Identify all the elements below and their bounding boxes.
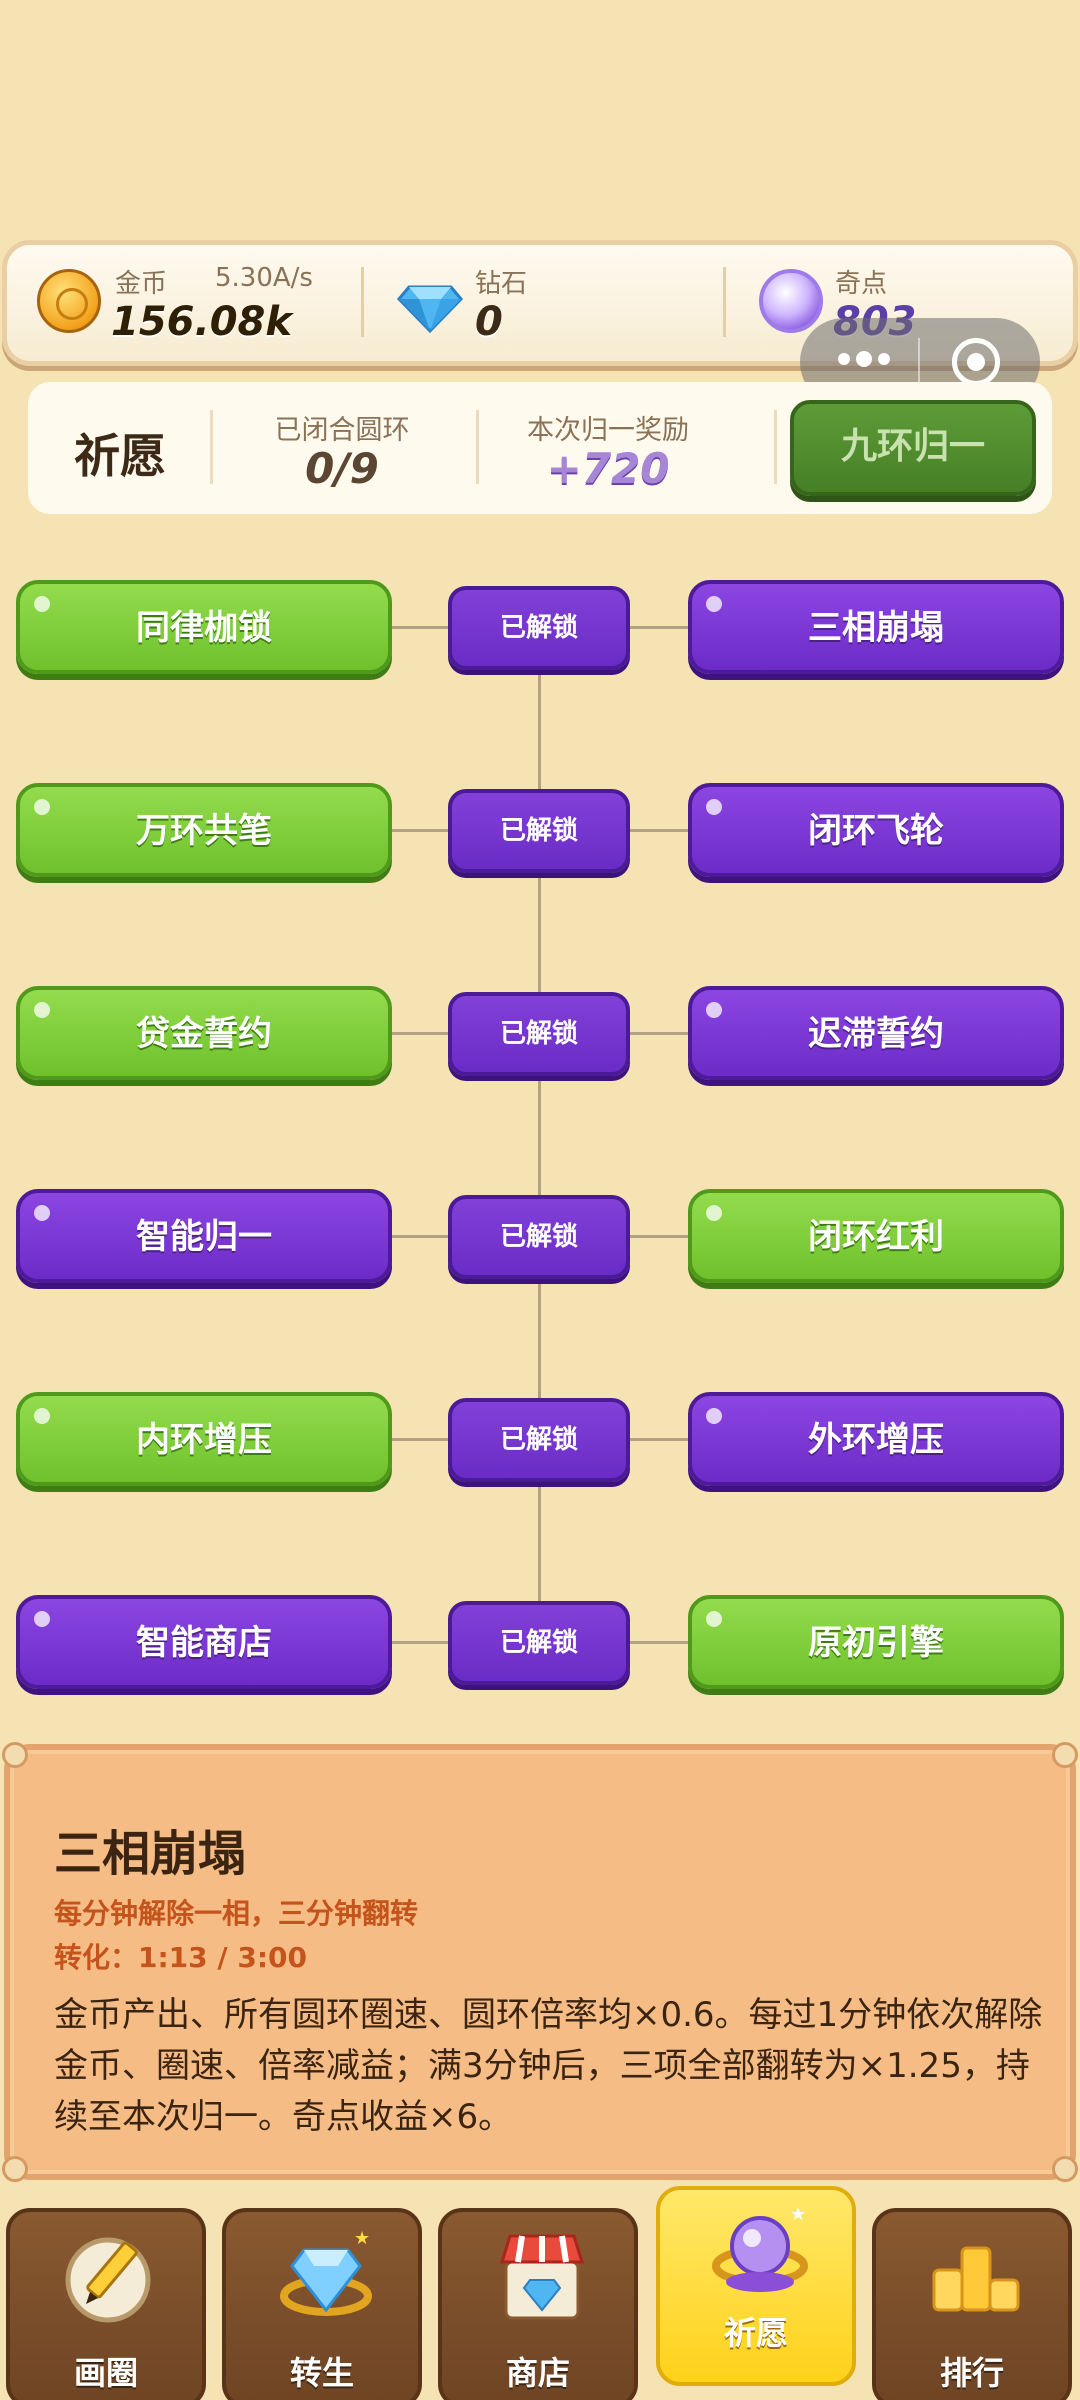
talent-node[interactable]: 万环共笔 xyxy=(16,783,392,877)
divider xyxy=(918,338,920,386)
rank-podium-icon xyxy=(932,2246,1020,2312)
close-icon[interactable] xyxy=(952,338,1000,386)
talent-node[interactable]: 原初引擎 xyxy=(688,1595,1064,1689)
diamond-icon xyxy=(397,285,463,334)
talent-node[interactable]: 同律枷锁 xyxy=(16,580,392,674)
odd-label: 奇点 xyxy=(835,269,888,299)
talent-node[interactable]: 外环增压 xyxy=(688,1392,1064,1486)
nav-tab-rebirth[interactable]: ★ 转生 xyxy=(222,2208,422,2400)
wish-panel: 祈愿 已闭合圆环 0/9 本次归一奖励 +720 九环归一 xyxy=(28,382,1052,514)
gold-value: 156.08k xyxy=(111,299,292,345)
corner-ornament xyxy=(1052,1742,1078,1768)
detail-description: 金币产出、所有圆环圈速、圆环倍率均×0.6。每过1分钟依次解除金币、圈速、倍率减… xyxy=(54,1995,1043,2137)
talent-node[interactable]: 闭环飞轮 xyxy=(688,783,1064,877)
nav-label: 商店 xyxy=(505,2354,570,2392)
talent-node[interactable]: 迟滞誓约 xyxy=(688,986,1064,1080)
nav-label: 画圈 xyxy=(73,2354,138,2392)
divider xyxy=(723,267,726,337)
unlocked-badge[interactable]: 已解锁 xyxy=(448,586,630,670)
talent-node[interactable]: 内环增压 xyxy=(16,1392,392,1486)
divider xyxy=(361,267,364,337)
detail-subtitle: 每分钟解除一相，三分钟翻转 xyxy=(54,1897,419,1930)
reward-label: 本次归一奖励 xyxy=(527,415,689,446)
nav-label: 祈愿 xyxy=(723,2314,788,2352)
talent-node[interactable]: 三相崩塌 xyxy=(688,580,1064,674)
nav-tab-draw[interactable]: 画圈 xyxy=(6,2208,206,2400)
reward-value: +720 xyxy=(546,444,670,493)
nine-rings-unify-button[interactable]: 九环归一 xyxy=(790,400,1036,496)
wish-orb-icon: ★ xyxy=(712,2204,808,2292)
unlocked-badge[interactable]: 已解锁 xyxy=(448,1195,630,1279)
wish-title: 祈愿 xyxy=(74,429,166,483)
corner-ornament xyxy=(1052,2156,1078,2182)
detail-panel: 三相崩塌 每分钟解除一相，三分钟翻转 转化：1:13 / 3:00 金币产出、所… xyxy=(2,1742,1078,2182)
unlocked-badge[interactable]: 已解锁 xyxy=(448,992,630,1076)
corner-ornament xyxy=(2,1742,28,1768)
unlocked-badge[interactable]: 已解锁 xyxy=(448,1601,630,1685)
talent-node[interactable]: 智能归一 xyxy=(16,1189,392,1283)
svg-text:★: ★ xyxy=(790,2204,806,2225)
diamond-value: 0 xyxy=(475,299,503,345)
diamond-ring-icon: ★ xyxy=(280,2228,372,2316)
pencil-icon xyxy=(65,2237,151,2323)
purple-orb-icon xyxy=(759,269,823,333)
closed-rings-value: 0/9 xyxy=(305,444,379,493)
shop-icon xyxy=(499,2234,585,2320)
detail-progress: 转化：1:13 / 3:00 xyxy=(54,1941,308,1974)
svg-text:★: ★ xyxy=(354,2228,370,2249)
corner-ornament xyxy=(2,2156,28,2182)
talent-node[interactable]: 贷金誓约 xyxy=(16,986,392,1080)
talent-node[interactable]: 闭环红利 xyxy=(688,1189,1064,1283)
nav-label: 转生 xyxy=(289,2354,354,2392)
diamond-label: 钻石 xyxy=(475,269,528,299)
nav-label: 排行 xyxy=(939,2354,1004,2392)
gold-rate: 5.30A/s xyxy=(215,263,313,293)
talent-node[interactable]: 智能商店 xyxy=(16,1595,392,1689)
nav-tab-rank[interactable]: 排行 xyxy=(872,2208,1072,2400)
detail-title: 三相崩塌 xyxy=(54,1826,247,1882)
nav-tab-shop[interactable]: 商店 xyxy=(438,2208,638,2400)
unlocked-badge[interactable]: 已解锁 xyxy=(448,1398,630,1482)
nav-tab-wish[interactable]: ★ 祈愿 xyxy=(656,2186,856,2386)
divider xyxy=(774,410,777,484)
more-icon[interactable] xyxy=(838,350,898,374)
gold-label: 金币 xyxy=(115,269,168,299)
gold-coin-icon xyxy=(37,269,101,333)
closed-rings-label: 已闭合圆环 xyxy=(274,415,410,446)
unlocked-badge[interactable]: 已解锁 xyxy=(448,789,630,873)
